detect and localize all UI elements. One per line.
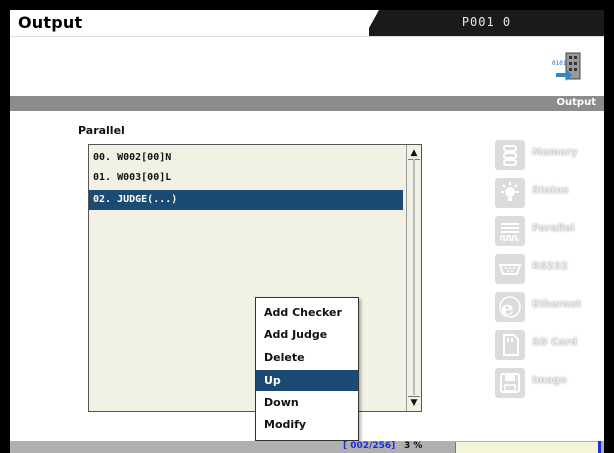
section-label: Output: [556, 97, 596, 108]
status-field: [455, 442, 600, 453]
status-bar: [ 002/256] 3 %: [10, 441, 604, 453]
section-bar: Output: [10, 96, 604, 111]
nav-label-status: Status: [532, 185, 569, 196]
menu-item-up[interactable]: Up: [256, 370, 358, 391]
window-title: Output: [18, 13, 83, 32]
ethernet-icon: e: [495, 292, 525, 322]
menu-item-modify[interactable]: Modify: [256, 414, 358, 435]
menu-item-down[interactable]: Down: [256, 392, 358, 413]
list-item[interactable]: 00. W002[00]N: [89, 148, 403, 168]
parallel-icon: [495, 216, 525, 246]
nav-item-ethernet[interactable]: e Ethernet: [490, 289, 604, 327]
nav-item-memory[interactable]: Memory: [490, 137, 604, 175]
nav-item-status[interactable]: Status: [490, 175, 604, 213]
status-marker: [598, 441, 601, 453]
svg-text:0101: 0101: [552, 60, 567, 67]
nav-label-ethernet: Ethernet: [532, 299, 582, 310]
nav-label-parallel: Parallel: [532, 223, 575, 234]
nav-item-sd-card[interactable]: SD Card: [490, 327, 604, 365]
item-counter: [ 002/256]: [343, 441, 396, 451]
menu-item-add-judge[interactable]: Add Judge: [256, 324, 358, 345]
sd-card-icon: [495, 330, 525, 360]
status-icon: [495, 178, 525, 208]
rs232-icon: [495, 254, 525, 284]
parallel-group-label: Parallel: [78, 124, 125, 137]
nav-label-sd-card: SD Card: [532, 337, 578, 348]
nav-item-parallel[interactable]: Parallel: [490, 213, 604, 251]
program-label: P001 0: [461, 15, 512, 29]
app-frame: Output P001 0 0101 Output Parallel 00. W…: [10, 10, 604, 453]
memory-percent: 3 %: [404, 441, 423, 451]
menu-item-add-checker[interactable]: Add Checker: [256, 302, 358, 323]
nav-label-memory: Memory: [532, 147, 578, 158]
nav-item-rs232[interactable]: RS232: [490, 251, 604, 289]
nav-item-image[interactable]: Image: [490, 365, 604, 403]
list-item[interactable]: 01. W003[00]L: [89, 168, 403, 188]
menu-item-delete[interactable]: Delete: [256, 347, 358, 368]
scroll-track[interactable]: [413, 159, 415, 395]
list-item-selected[interactable]: 02. JUDGE(...): [89, 190, 403, 210]
image-icon: [495, 368, 525, 398]
nav-label-rs232: RS232: [532, 261, 568, 272]
context-menu: Add Checker Add Judge Delete Up Down Mod…: [255, 297, 359, 441]
output-icon: 0101: [552, 52, 581, 81]
scrollbar[interactable]: ▲ ▼: [406, 145, 421, 411]
memory-icon: [495, 140, 525, 170]
main-panel: Parallel 00. W002[00]N 01. W003[00]L 02.…: [10, 111, 490, 441]
side-nav: Memory Status Parallel RS232 e Ethernet: [490, 111, 604, 441]
scroll-down-icon[interactable]: ▼: [408, 396, 420, 409]
header-band: 0101: [10, 36, 604, 97]
nav-label-image: Image: [532, 375, 567, 386]
